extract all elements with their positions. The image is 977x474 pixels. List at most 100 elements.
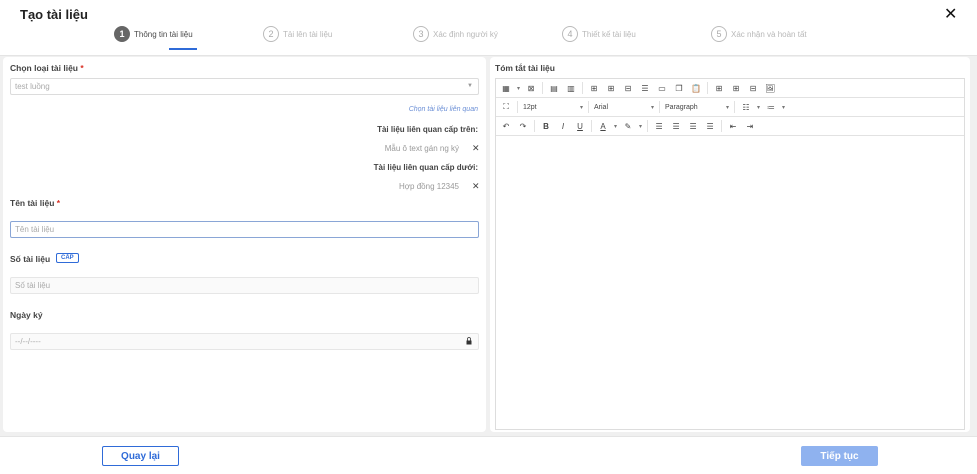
insert-row-before-icon[interactable]: ⊞	[588, 84, 600, 93]
image-icon[interactable]: 🖼	[764, 84, 776, 93]
step-number: 2	[263, 26, 279, 42]
outdent-icon[interactable]: ⇤	[727, 122, 739, 131]
doc-number-input[interactable]: Số tài liệu	[10, 277, 479, 294]
align-center-icon[interactable]: ☰	[670, 122, 682, 131]
row-properties-icon[interactable]: ☰	[639, 84, 651, 93]
sign-date-value: --/--/----	[15, 337, 41, 346]
modal-footer: Quay lại Tiếp tục	[0, 436, 977, 474]
table-properties-icon[interactable]: ▤	[548, 84, 560, 93]
redo-icon[interactable]: ↷	[517, 122, 529, 131]
lock-icon	[466, 337, 472, 345]
sign-date-input[interactable]: --/--/----	[10, 333, 479, 350]
font-size-value: 12pt	[523, 103, 537, 111]
delete-column-icon[interactable]: ⊟	[747, 84, 759, 93]
block-format-value: Paragraph	[665, 103, 698, 111]
chevron-down-icon: ▾	[579, 104, 583, 111]
related-lower-item: Hợp đồng 12345	[399, 182, 459, 191]
block-format-select[interactable]: Paragraph ▾	[665, 104, 729, 111]
chevron-down-icon[interactable]: ▾	[757, 104, 760, 111]
separator	[734, 101, 735, 113]
paste-row-icon[interactable]: 📋	[690, 84, 702, 93]
step-number: 4	[562, 26, 578, 42]
step-label: Thông tin tài liệu	[134, 29, 193, 39]
chevron-down-icon: ▼	[467, 83, 473, 89]
editor-content-area[interactable]	[496, 137, 964, 429]
font-family-value: Arial	[594, 103, 609, 111]
fullscreen-icon[interactable]: ⛶	[500, 102, 512, 112]
step-2[interactable]: 2 Tải lên tài liệu	[263, 26, 332, 42]
doc-type-label: Chọn loại tài liệu *	[10, 63, 84, 73]
sign-date-label: Ngày ký	[10, 310, 43, 320]
remove-upper-icon[interactable]: ✕	[472, 143, 480, 154]
cell-properties-icon[interactable]: ▥	[565, 84, 577, 93]
continue-button[interactable]: Tiếp tục	[801, 446, 878, 466]
align-left-icon[interactable]: ☰	[653, 122, 665, 131]
step-number: 3	[413, 26, 429, 42]
step-5[interactable]: 5 Xác nhận và hoàn tất	[711, 26, 807, 42]
editor-toolbar-row-2: ⛶ 12pt ▾ Arial ▾ Paragraph ▾ ☷ ▾ ≔ ▾	[496, 98, 964, 117]
text-color-icon[interactable]: A	[597, 122, 609, 131]
remove-lower-icon[interactable]: ✕	[472, 181, 480, 192]
insert-row-after-icon[interactable]: ⊞	[605, 84, 617, 93]
step-label: Thiết kế tài liệu	[582, 29, 636, 39]
doc-name-label: Tên tài liệu *	[10, 198, 61, 208]
separator	[534, 120, 535, 132]
editor-toolbar-row-1: ▦ ▾ ⊠ ▤ ▥ ⊞ ⊞ ⊟ ☰ ▭ ❐ 📋 ⊞ ⊞ ⊟ 🖼	[496, 79, 964, 98]
editor-toolbar-row-3: ↶ ↷ B I U A ▾ ✎ ▾ ☰ ☰ ☰ ☰ ⇤ ⇥	[496, 117, 964, 136]
bullet-list-icon[interactable]: ☷	[740, 103, 752, 112]
undo-icon[interactable]: ↶	[500, 122, 512, 131]
chevron-down-icon: ▾	[725, 104, 729, 111]
align-right-icon[interactable]: ☰	[687, 122, 699, 131]
related-lower-label: Tài liệu liên quan cấp dưới:	[373, 163, 478, 172]
separator	[721, 120, 723, 132]
back-button[interactable]: Quay lại	[102, 446, 179, 466]
doc-type-select[interactable]: test luồng ▼	[10, 78, 479, 95]
table-icon[interactable]: ▦	[500, 84, 512, 93]
step-4[interactable]: 4 Thiết kế tài liệu	[562, 26, 636, 42]
insert-column-before-icon[interactable]: ⊞	[713, 84, 725, 93]
step-label: Tải lên tài liệu	[283, 29, 333, 39]
highlight-icon[interactable]: ✎	[622, 122, 634, 131]
choose-related-link[interactable]: Chọn tài liệu liên quan	[409, 106, 478, 113]
separator	[591, 120, 592, 132]
separator	[517, 101, 518, 113]
separator	[588, 101, 589, 113]
italic-icon[interactable]: I	[557, 122, 569, 131]
related-upper-label: Tài liệu liên quan cấp trên:	[377, 125, 478, 134]
chevron-down-icon[interactable]: ▾	[614, 123, 617, 130]
related-upper-item: Mẫu ô text gán ng ký	[384, 144, 459, 153]
insert-column-after-icon[interactable]: ⊞	[730, 84, 742, 93]
cut-row-icon[interactable]: ▭	[656, 84, 668, 93]
separator	[647, 120, 649, 132]
summary-panel: Tóm tắt tài liệu ▦ ▾ ⊠ ▤ ▥ ⊞ ⊞ ⊟ ☰ ▭ ❐ 📋 …	[490, 57, 970, 432]
underline-icon[interactable]: U	[574, 122, 586, 131]
chevron-down-icon[interactable]: ▾	[639, 123, 642, 130]
summary-label: Tóm tắt tài liệu	[495, 63, 555, 73]
indent-icon[interactable]: ⇥	[744, 122, 756, 131]
generate-number-badge[interactable]: CẤP	[56, 253, 79, 263]
bold-icon[interactable]: B	[540, 122, 552, 131]
chevron-down-icon[interactable]: ▾	[517, 85, 520, 92]
chevron-down-icon: ▾	[650, 104, 654, 111]
close-icon[interactable]: ✕	[944, 4, 957, 24]
copy-row-icon[interactable]: ❐	[673, 84, 685, 93]
font-family-select[interactable]: Arial ▾	[594, 104, 654, 111]
numbered-list-icon[interactable]: ≔	[765, 103, 777, 112]
font-size-select[interactable]: 12pt ▾	[523, 104, 583, 111]
rich-text-editor: ▦ ▾ ⊠ ▤ ▥ ⊞ ⊞ ⊟ ☰ ▭ ❐ 📋 ⊞ ⊞ ⊟ 🖼 ⛶ 12pt ▾ A…	[495, 78, 965, 430]
step-3[interactable]: 3 Xác định người ký	[413, 26, 498, 42]
doc-type-value: test luồng	[15, 82, 50, 91]
active-step-underline	[169, 48, 197, 50]
modal-title: Tạo tài liệu	[20, 7, 88, 22]
modal-header: Tạo tài liệu ✕ 1 Thông tin tài liệu 2 Tả…	[0, 0, 977, 56]
step-1[interactable]: 1 Thông tin tài liệu	[114, 26, 193, 42]
doc-name-input[interactable]: Tên tài liệu	[10, 221, 479, 238]
document-info-panel: Chọn loại tài liệu * test luồng ▼ Chọn t…	[3, 57, 486, 432]
step-label: Xác định người ký	[433, 29, 498, 39]
chevron-down-icon[interactable]: ▾	[782, 104, 785, 111]
step-number: 5	[711, 26, 727, 42]
align-justify-icon[interactable]: ☰	[704, 122, 716, 131]
delete-row-icon[interactable]: ⊟	[622, 84, 634, 93]
separator	[542, 82, 544, 94]
delete-table-icon[interactable]: ⊠	[525, 84, 537, 93]
